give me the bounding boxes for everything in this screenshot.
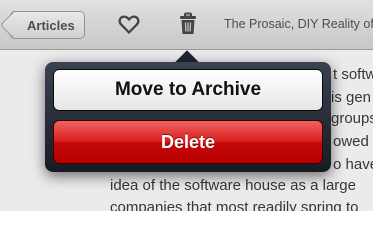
delete-label: Delete <box>160 131 216 152</box>
delete-button[interactable]: Delete <box>53 120 323 164</box>
move-to-archive-button[interactable]: Move to Archive <box>53 69 323 111</box>
action-popover: Move to Archive Delete <box>45 62 331 172</box>
move-to-archive-label: Move to Archive <box>114 79 262 100</box>
